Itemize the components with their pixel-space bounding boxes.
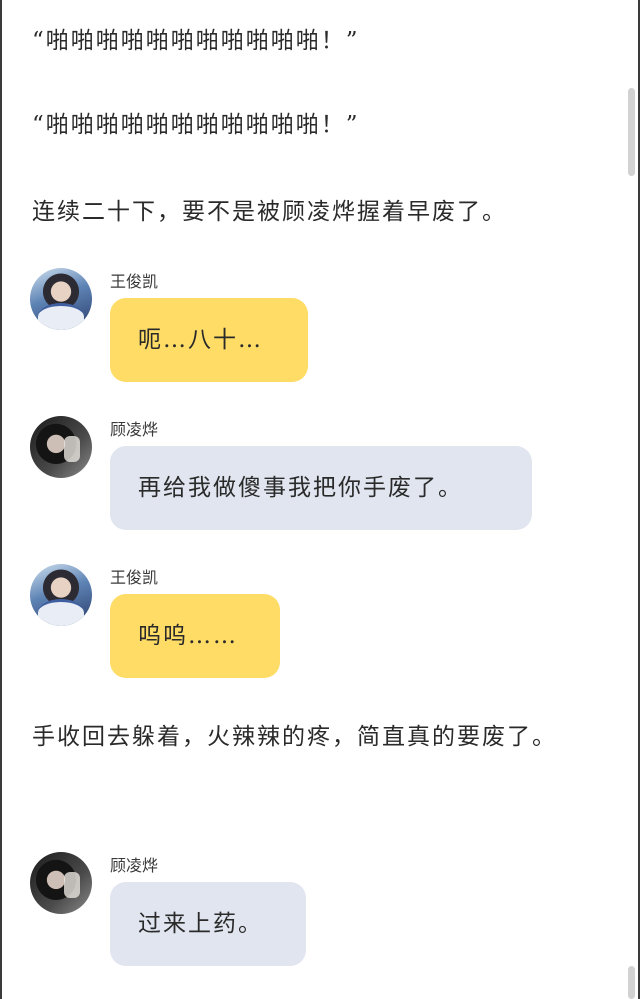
narration-text: 手收回去躲着，火辣辣的疼，简直真的要废了。: [32, 724, 557, 750]
scrollbar[interactable]: [628, 966, 635, 999]
message-bubble: 呜呜……: [110, 594, 280, 678]
chat-story-page[interactable]: “啪啪啪啪啪啪啪啪啪啪啪！” “啪啪啪啪啪啪啪啪啪啪啪！” 连续二十下，要不是被…: [0, 0, 640, 999]
avatar[interactable]: [30, 268, 92, 330]
message-bubble: 呃…八十…: [110, 298, 308, 382]
narration-text: “啪啪啪啪啪啪啪啪啪啪啪！”: [32, 28, 360, 54]
avatar[interactable]: [30, 564, 92, 626]
message-bubble: 过来上药。: [110, 882, 306, 966]
sender-name: 王俊凯: [110, 272, 159, 291]
scrollbar[interactable]: [628, 88, 635, 176]
message-bubble: 再给我做傻事我把你手废了。: [110, 446, 532, 530]
narration-text: “啪啪啪啪啪啪啪啪啪啪啪！”: [32, 112, 360, 138]
narration-text: 连续二十下，要不是被顾凌烨握着早废了。: [32, 199, 507, 225]
sender-name: 顾凌烨: [110, 856, 159, 875]
avatar[interactable]: [30, 416, 92, 478]
sender-name: 顾凌烨: [110, 420, 159, 439]
sender-name: 王俊凯: [110, 568, 159, 587]
avatar[interactable]: [30, 852, 92, 914]
